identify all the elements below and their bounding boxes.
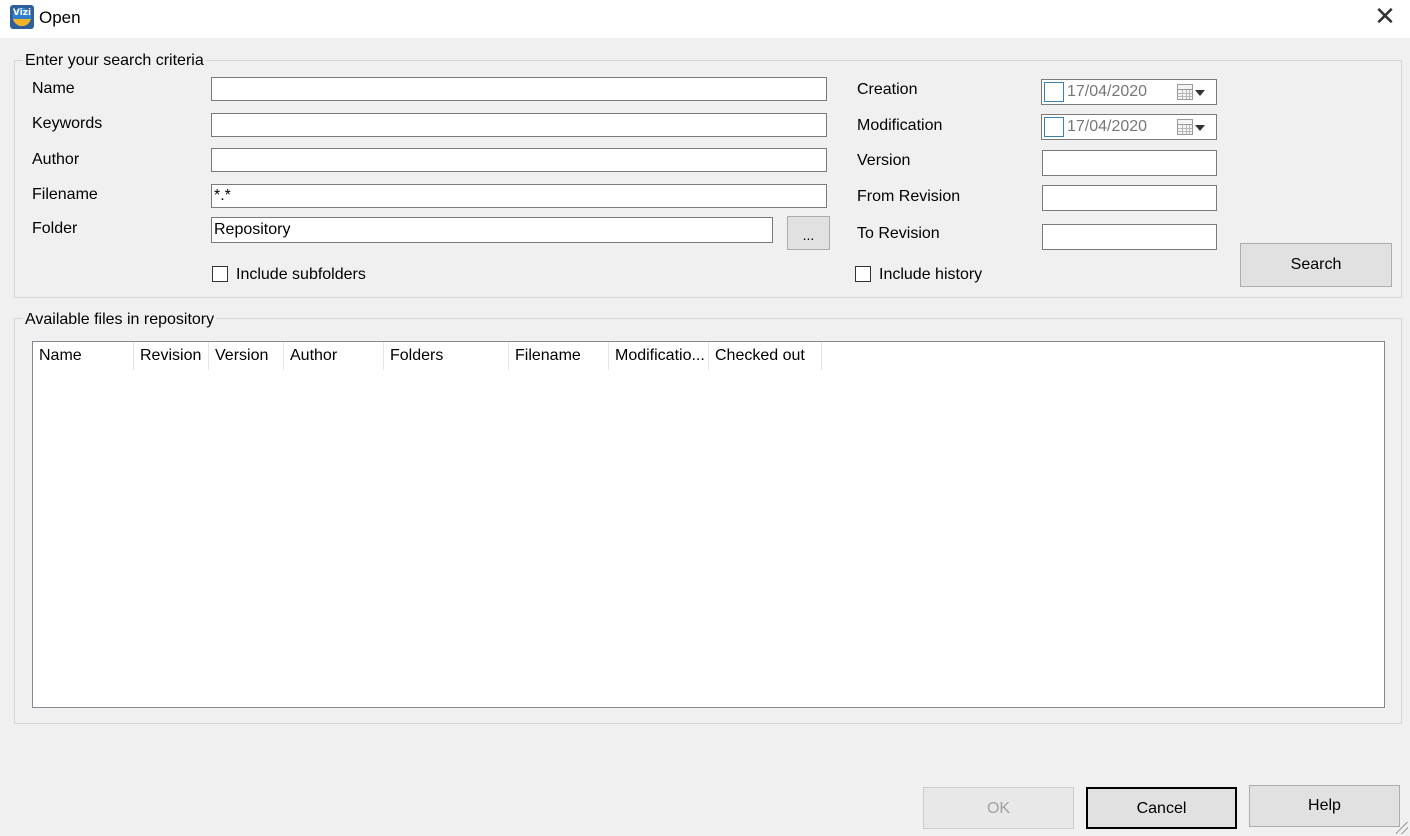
app-logo-text: Vizi [12,8,32,18]
creation-date-checkbox[interactable] [1044,82,1064,102]
to-revision-input[interactable] [1042,224,1217,250]
chevron-down-icon[interactable] [1195,125,1205,131]
keywords-label: Keywords [32,115,103,132]
column-header-name[interactable]: Name [33,342,134,370]
ok-button[interactable]: OK [923,787,1074,829]
column-header-version[interactable]: Version [209,342,284,370]
search-button[interactable]: Search [1240,243,1392,287]
column-header-revision[interactable]: Revision [134,342,209,370]
version-input[interactable] [1042,150,1217,176]
help-button[interactable]: Help [1249,785,1400,827]
column-header-folders[interactable]: Folders [384,342,509,370]
results-legend: Available files in repository [23,311,217,329]
window-title: Open [39,8,81,27]
browse-folder-button[interactable]: ... [787,216,830,250]
chevron-down-icon[interactable] [1195,90,1205,96]
name-label: Name [32,80,75,97]
calendar-icon[interactable] [1177,119,1193,135]
author-label: Author [32,151,80,168]
search-criteria-legend: Enter your search criteria [23,52,206,70]
include-subfolders-label: Include subfolders [236,266,366,283]
creation-date-picker[interactable]: 17/04/2020 [1041,79,1217,105]
app-logo-icon: Vizi [10,5,34,29]
creation-date-value: 17/04/2020 [1067,83,1148,100]
folder-label: Folder [32,220,78,237]
keywords-input[interactable] [211,113,827,137]
cancel-button[interactable]: Cancel [1086,787,1237,829]
file-list[interactable]: Name Revision Version Author Folders Fil… [32,341,1385,708]
filename-input[interactable] [211,184,827,208]
column-header-filename[interactable]: Filename [509,342,609,370]
close-icon[interactable]: ✕ [1370,4,1400,32]
resize-grip-icon[interactable] [1396,822,1408,834]
modification-date-picker[interactable]: 17/04/2020 [1041,114,1217,140]
title-bar: Vizi Open ✕ [0,0,1410,38]
modification-date-checkbox[interactable] [1044,117,1064,137]
column-header-checked-out[interactable]: Checked out [709,342,822,370]
calendar-icon[interactable] [1177,84,1193,100]
include-subfolders-checkbox[interactable] [212,266,228,282]
from-revision-label: From Revision [857,188,961,205]
modification-label: Modification [857,117,943,134]
column-header-author[interactable]: Author [284,342,384,370]
modification-date-value: 17/04/2020 [1067,118,1148,135]
include-history-checkbox[interactable] [855,266,871,282]
filename-label: Filename [32,186,98,203]
author-input[interactable] [211,148,827,172]
from-revision-input[interactable] [1042,185,1217,211]
creation-label: Creation [857,81,918,98]
folder-input[interactable] [211,217,773,243]
version-label: Version [857,152,911,169]
to-revision-label: To Revision [857,225,940,242]
name-input[interactable] [211,77,827,101]
column-header-modification[interactable]: Modificatio... [609,342,709,370]
include-history-label: Include history [879,266,983,283]
